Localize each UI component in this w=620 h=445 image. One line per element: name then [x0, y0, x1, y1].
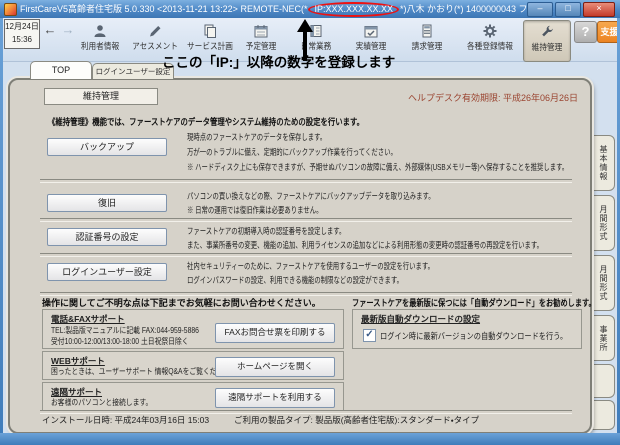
pencil-icon — [128, 22, 182, 40]
login-desc-line: ログインパスワードの設定、利用できる機能の制限などの設定ができます。 — [187, 274, 403, 286]
backup-desc-line: ※ ハードディスク上にも保存できますが、予期せぬパソコンの故障に備え、外部媒体(… — [187, 161, 568, 173]
phone-fax-line: TEL:製品版マニュアルに記載 FAX:044-959-5886 — [51, 325, 199, 336]
restore-button[interactable]: 復旧 — [47, 194, 167, 212]
phone-fax-support-title: 電話&FAXサポート — [51, 313, 125, 325]
phone-fax-support-box: 電話&FAXサポート TEL:製品版マニュアルに記載 FAX:044-959-5… — [42, 309, 344, 349]
minimize-button[interactable]: – — [527, 2, 553, 17]
web-support-line: 困ったときは、ユーザーサポート 情報Q&Aをご覧ください。 — [51, 366, 237, 377]
product-type-text: ご利用の製品タイプ: 製品版(高齢者住宅版):スタンダード・タイプ — [234, 414, 479, 426]
auth-number-button[interactable]: 認証番号の設定 — [47, 228, 167, 246]
toolbar-item-label: 各種登録情報 — [462, 40, 518, 52]
calendar-check-icon — [344, 22, 398, 40]
app-icon — [4, 3, 17, 16]
gear-icon — [459, 22, 521, 40]
login-desc-line: 社内セキュリティーのために、ファーストケアを使用するユーザーの設定を行います。 — [187, 260, 434, 272]
panel-intro-text: 《維持管理》機能では、ファーストケアのデータ管理やシステム維持のための設定を行い… — [48, 115, 364, 128]
help-button[interactable]: ? — [574, 21, 597, 43]
side-tab-blank[interactable] — [592, 364, 615, 398]
phone-fax-line: 受付10:00-12:00/13:00-18:00 土日祝祭日除く — [51, 336, 189, 347]
annotation-up-arrow-icon — [297, 19, 313, 61]
window-controls: – □ × — [527, 2, 615, 17]
ip-highlight-annotation: IP:XXX.XXX.XX.XX — [308, 2, 399, 17]
print-fax-form-button[interactable]: FAXお問合せ票を印刷する — [215, 323, 335, 343]
remote-support-line: お客様のパソコンと接続します。 — [51, 397, 152, 408]
documents-icon — [183, 22, 237, 40]
user-icon — [73, 22, 127, 40]
auto-download-title: 最新版自動ダウンロードの設定 — [361, 313, 480, 325]
title-bar: FirstCareV5高齢者住宅版 5.0.330 <2013-11-21 13… — [0, 0, 620, 18]
section-label: 維持管理 — [44, 88, 158, 105]
side-tab-monthly-format-1[interactable]: 月間形式 — [592, 195, 615, 251]
tab-top[interactable]: TOP — [30, 61, 92, 79]
date-time-display: 12月24日 15:36 — [4, 19, 40, 49]
auto-download-checkbox[interactable]: ✓ — [363, 329, 376, 342]
auth-desc-line: ファーストケアの初期導入時の認証番号を設定します。 — [187, 225, 345, 237]
side-tab-blank[interactable] — [592, 400, 615, 430]
toolbar-item-maintenance[interactable]: 維持管理 — [523, 20, 571, 62]
current-date: 12月24日 — [5, 20, 39, 33]
window-title: FirstCareV5高齢者住宅版 5.0.330 <2013-11-21 13… — [20, 0, 560, 18]
use-remote-support-button[interactable]: 遠隔サポートを利用する — [215, 388, 335, 408]
support-left-header: 操作に関してご不明な点は下記までお気軽にお問い合わせください。 — [42, 296, 321, 309]
auto-download-box: 最新版自動ダウンロードの設定 ✓ ログイン時に最新バージョンの自動ダウンロードを… — [352, 309, 582, 349]
remote-support-box: 遠隔サポート お客様のパソコンと接続します。 遠隔サポートを利用する — [42, 382, 344, 411]
application-window: FirstCareV5高齢者住宅版 5.0.330 <2013-11-21 13… — [0, 0, 620, 445]
separator — [40, 253, 572, 257]
web-support-box: WEBサポート 困ったときは、ユーザーサポート 情報Q&Aをご覧ください。 ホー… — [42, 351, 344, 380]
toolbar-item-label: 維持管理 — [526, 41, 567, 53]
backup-button[interactable]: バックアップ — [47, 138, 167, 156]
annotation-text: ここの「IP:」以降の数字を登録します — [162, 51, 395, 71]
maximize-button[interactable]: □ — [555, 2, 581, 17]
wrench-icon — [524, 23, 570, 41]
side-tab-basic-info[interactable]: 基本情報 — [592, 135, 615, 191]
separator — [40, 179, 572, 183]
calendar-icon — [234, 22, 288, 40]
restore-desc-line: ※ 日常の運用では復旧作業は必要ありません。 — [187, 204, 322, 216]
calculator-icon — [400, 22, 454, 40]
maintenance-panel: 維持管理 ヘルプデスク有効期限: 平成26年06月26日 《維持管理》機能では、… — [8, 78, 592, 434]
auto-download-checkbox-label: ログイン時に最新バージョンの自動ダウンロードを行う。 — [380, 330, 567, 342]
title-text-pre: FirstCareV5高齢者住宅版 5.0.330 <2013-11-21 13… — [20, 4, 307, 14]
toolbar-item-user-info[interactable]: 利用者情報 — [73, 20, 127, 60]
toolbar-item-label: 請求管理 — [403, 40, 452, 52]
toolbar-item-label: 利用者情報 — [76, 40, 125, 52]
close-button[interactable]: × — [583, 2, 615, 17]
restore-desc-line: パソコンの買い換えなどの際、ファーストケアにバックアップデータを取り込みます。 — [187, 190, 435, 202]
install-date-text: インストール日時: 平成24年03月16日 15:03 — [42, 414, 209, 426]
backup-desc-line: 現時点のファーストケアのデータを保存します。 — [187, 131, 326, 143]
current-time: 15:36 — [5, 33, 39, 46]
window-border-left — [0, 0, 3, 445]
login-user-settings-button[interactable]: ログインユーザー設定 — [47, 263, 167, 281]
backup-desc-line: 万が一のトラブルに備え、定期的にバックアップ作業を行ってください。 — [187, 146, 397, 158]
open-homepage-button[interactable]: ホームページを開く — [215, 357, 335, 377]
toolbar-item-billing[interactable]: 請求管理 — [400, 20, 454, 60]
separator — [40, 218, 572, 222]
window-border-bottom — [0, 433, 620, 445]
auth-desc-line: また、事業所番号の変更、機能の追加、利用ライセンスの追加などによる利用形態の変更… — [187, 239, 543, 251]
helpdesk-expiry-text: ヘルプデスク有効期限: 平成26年06月26日 — [408, 91, 578, 104]
toolbar-item-registration[interactable]: 各種登録情報 — [459, 20, 521, 60]
back-arrow-icon[interactable]: ← — [42, 22, 58, 38]
support-right-header: ファーストケアを最新版に保つには「自動ダウンロード」をお勧めします。 — [352, 296, 596, 309]
